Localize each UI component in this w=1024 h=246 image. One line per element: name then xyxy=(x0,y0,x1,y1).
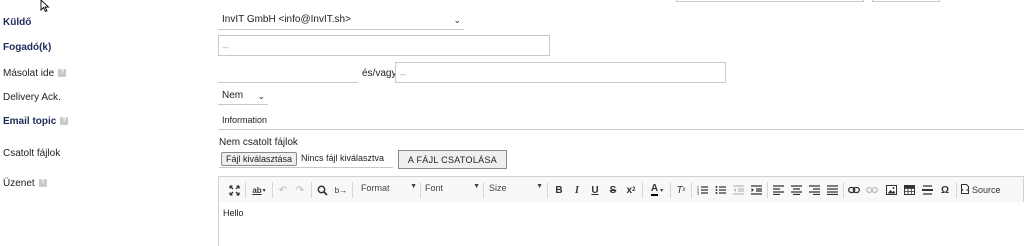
bulleted-list-icon[interactable] xyxy=(713,183,727,197)
top-button-partial[interactable] xyxy=(872,0,940,2)
sender-select[interactable]: InvIT GmbH <info@InvIT.sh> ⌄ xyxy=(218,12,464,30)
size-combo[interactable]: Size ▼ xyxy=(489,183,543,197)
help-icon[interactable]: ? xyxy=(60,117,69,126)
chevron-down-icon: ⌄ xyxy=(453,15,461,25)
horizontal-rule-icon[interactable] xyxy=(920,183,934,197)
help-icon[interactable]: ? xyxy=(38,179,47,188)
message-label: Üzenet? xyxy=(3,178,47,189)
text-color-icon[interactable]: A ▾ xyxy=(647,183,667,197)
maximize-icon[interactable] xyxy=(227,183,241,197)
align-left-icon[interactable] xyxy=(771,183,785,197)
cc-label: Másolat ide? xyxy=(3,68,67,79)
message-label-text: Üzenet xyxy=(3,178,35,189)
cc-alt-input[interactable]: _ xyxy=(395,62,726,83)
chevron-down-icon: ▼ xyxy=(410,183,417,190)
no-file-text: Nincs fájl kiválasztva xyxy=(301,153,385,163)
file-chooser[interactable]: Fájl kiválasztása Nincs fájl kiválasztva xyxy=(219,150,393,168)
chevron-down-icon: ⌄ xyxy=(257,91,265,101)
recipient-label: Fogadó(k) xyxy=(3,42,52,53)
bold-icon[interactable]: B xyxy=(552,183,566,197)
help-icon[interactable]: ? xyxy=(58,69,67,78)
cc-label-text: Másolat ide xyxy=(3,68,55,79)
font-label: Font xyxy=(425,183,444,193)
source-icon xyxy=(961,183,969,197)
undo-icon[interactable]: ↶ xyxy=(276,183,290,197)
format-combo[interactable]: Format ▼ xyxy=(361,183,417,197)
justify-icon[interactable] xyxy=(825,183,839,197)
delivery-ack-value: Nem xyxy=(222,90,244,101)
attachments-label: Csatolt fájlok xyxy=(3,148,61,159)
superscript-icon[interactable]: x2 xyxy=(624,183,638,197)
cc-alt-placeholder: _ xyxy=(400,65,406,76)
table-icon[interactable] xyxy=(902,183,916,197)
font-combo[interactable]: Font ▼ xyxy=(425,183,480,197)
source-button[interactable]: Source xyxy=(961,183,1005,197)
delivery-ack-select[interactable]: Nem ⌄ xyxy=(218,88,268,105)
sender-label: Küldő xyxy=(3,17,32,28)
strikethrough-icon[interactable]: S xyxy=(606,183,620,197)
email-topic-value: Information xyxy=(222,115,268,125)
align-center-icon[interactable] xyxy=(789,183,803,197)
find-icon[interactable] xyxy=(315,183,329,197)
not-attached-label: Nem csatolt fájlok xyxy=(219,137,298,148)
message-editor[interactable]: Hello xyxy=(218,202,1024,246)
indent-icon[interactable] xyxy=(749,183,763,197)
attach-file-button[interactable]: A FÁJL CSATOLÁSA xyxy=(398,150,507,169)
chevron-down-icon: ▼ xyxy=(473,183,480,190)
recipient-placeholder: _ xyxy=(223,38,229,49)
remove-format-icon[interactable]: Tx xyxy=(674,183,688,197)
email-topic-field[interactable]: Information xyxy=(218,110,1024,130)
redo-icon[interactable]: ↷ xyxy=(293,183,307,197)
align-right-icon[interactable] xyxy=(807,183,821,197)
size-label: Size xyxy=(489,183,507,193)
source-label: Source xyxy=(972,185,1001,195)
spellcheck-icon[interactable]: ab ▾ xyxy=(249,183,269,197)
choose-file-button[interactable]: Fájl kiválasztása xyxy=(221,152,297,166)
email-topic-label-text: Email topic xyxy=(3,116,57,127)
mouse-cursor-icon xyxy=(40,0,50,15)
replace-icon[interactable]: b → xyxy=(333,183,349,197)
special-char-icon[interactable]: Ω xyxy=(938,183,952,197)
link-icon[interactable] xyxy=(847,183,861,197)
recipient-input[interactable]: _ xyxy=(218,35,550,56)
editor-toolbar: ab ▾ ↶ ↷ b → Format ▼ Font ▼ Size ▼ B I U … xyxy=(218,176,1024,203)
outdent-icon[interactable] xyxy=(731,183,745,197)
unlink-icon[interactable] xyxy=(865,183,879,197)
chevron-down-icon: ▼ xyxy=(536,183,543,190)
format-label: Format xyxy=(361,183,390,193)
editor-text: Hello xyxy=(223,208,244,218)
delivery-ack-label: Delivery Ack. xyxy=(3,92,61,103)
italic-icon[interactable]: I xyxy=(570,183,584,197)
sender-select-value: InvIT GmbH <info@InvIT.sh> xyxy=(222,14,351,25)
image-icon[interactable] xyxy=(884,183,898,197)
svg-text:3: 3 xyxy=(697,192,699,196)
underline-icon[interactable]: U xyxy=(588,183,602,197)
email-topic-label: Email topic? xyxy=(3,116,69,127)
cc-connector: és/vagy xyxy=(362,68,397,79)
cc-input[interactable] xyxy=(218,64,358,83)
numbered-list-icon[interactable]: 123 xyxy=(695,183,709,197)
top-input-partial[interactable] xyxy=(676,0,864,2)
